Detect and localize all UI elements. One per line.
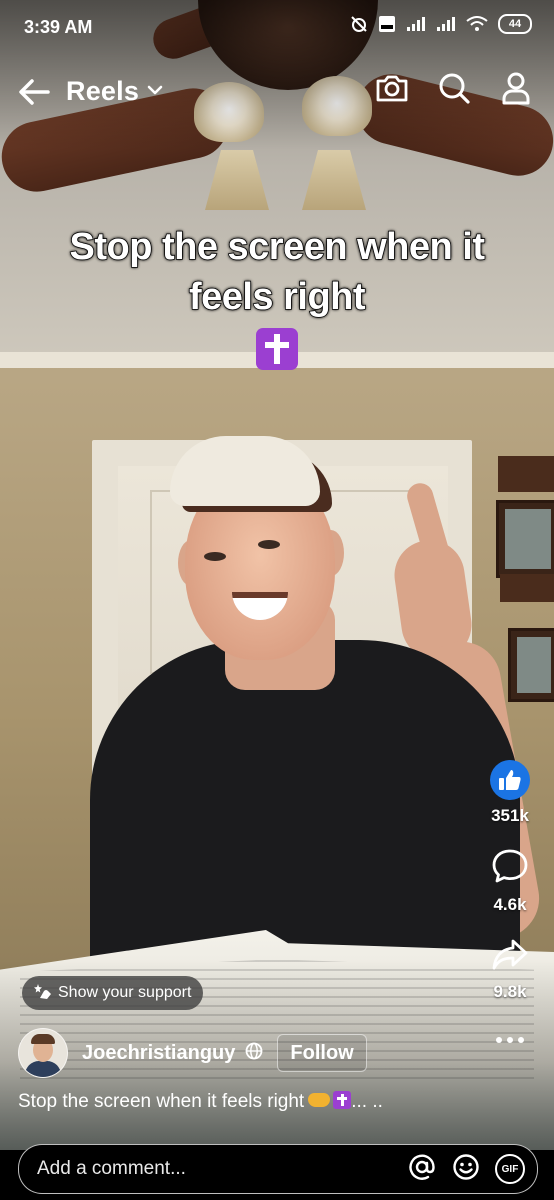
signal-icon <box>406 16 426 32</box>
emoji-button[interactable] <box>451 1153 481 1186</box>
volte-icon <box>378 15 396 33</box>
top-app-bar: Reels <box>0 62 554 122</box>
wall-shelf <box>500 574 554 602</box>
action-rail: 351k 4.6k 9.8k <box>480 760 540 1044</box>
status-icons: 44 <box>350 14 532 34</box>
back-button[interactable] <box>18 76 52 108</box>
comment-count: 4.6k <box>493 895 527 914</box>
globe-icon <box>245 1042 263 1065</box>
person-eye <box>204 552 226 561</box>
search-icon <box>437 71 471 110</box>
wifi-icon <box>466 16 488 32</box>
page-title: Reels <box>66 76 140 106</box>
profile-icon <box>501 71 531 110</box>
at-icon <box>408 1153 436 1186</box>
reels-dropdown[interactable]: Reels <box>66 76 163 107</box>
back-arrow-icon <box>18 79 52 112</box>
heart-hands-emoji <box>308 1093 331 1107</box>
like-button[interactable]: 351k <box>480 760 540 826</box>
support-label: Show your support <box>58 984 192 1001</box>
status-bar: 3:39 AM 44 <box>0 0 554 56</box>
camera-icon <box>374 72 410 109</box>
share-icon <box>491 937 529 976</box>
comment-icon <box>491 848 529 889</box>
author-row: Joechristianguy Follow <box>18 1028 367 1078</box>
caption-text: Stop the screen when it feels right <box>69 225 486 319</box>
battery-icon: 44 <box>498 14 532 34</box>
wall-shelf <box>498 456 554 492</box>
more-options-button[interactable] <box>480 1030 540 1044</box>
like-icon <box>490 760 530 800</box>
profile-button[interactable] <box>496 70 536 110</box>
emoji-icon <box>452 1153 480 1186</box>
search-button[interactable] <box>434 70 474 110</box>
picture-frame <box>508 628 554 702</box>
video-frame[interactable] <box>0 0 554 1200</box>
author-name[interactable]: Joechristianguy <box>82 1042 235 1065</box>
star-hand-icon <box>34 982 52 1005</box>
person-cap <box>170 436 320 506</box>
comment-button[interactable]: 4.6k <box>480 848 540 915</box>
share-button[interactable]: 9.8k <box>480 937 540 1002</box>
signal-icon <box>436 16 456 32</box>
top-actions <box>372 70 536 110</box>
share-count: 9.8k <box>493 982 527 1001</box>
follow-button[interactable]: Follow <box>277 1034 367 1072</box>
comment-bar: Add a comment... GIF <box>18 1144 538 1194</box>
chevron-down-icon <box>147 83 163 101</box>
description-ellipsis: ... .. <box>351 1091 383 1112</box>
more-icon <box>495 1020 525 1050</box>
person-eye <box>258 540 280 549</box>
reels-screen: 3:39 AM 44 Reels Stop the screen when it… <box>0 0 554 1200</box>
mention-button[interactable] <box>407 1154 437 1184</box>
avatar[interactable] <box>18 1028 68 1078</box>
show-support-button[interactable]: Show your support <box>22 976 204 1010</box>
video-caption: Stop the screen when it feels right <box>27 222 527 375</box>
comment-input[interactable]: Add a comment... <box>37 1158 186 1180</box>
alarm-off-icon <box>350 15 368 33</box>
latin-cross-emoji <box>256 328 298 370</box>
latin-cross-emoji <box>333 1091 352 1109</box>
description-text: Stop the screen when it feels right <box>18 1091 305 1112</box>
like-count: 351k <box>491 806 529 825</box>
gif-button[interactable]: GIF <box>495 1154 525 1184</box>
status-time: 3:39 AM <box>24 17 93 37</box>
camera-button[interactable] <box>372 70 412 110</box>
post-description[interactable]: Stop the screen when it feels right ... .… <box>18 1091 383 1113</box>
gif-icon: GIF <box>495 1154 525 1184</box>
comment-icons: GIF <box>407 1153 525 1186</box>
picture-frame <box>496 500 554 578</box>
